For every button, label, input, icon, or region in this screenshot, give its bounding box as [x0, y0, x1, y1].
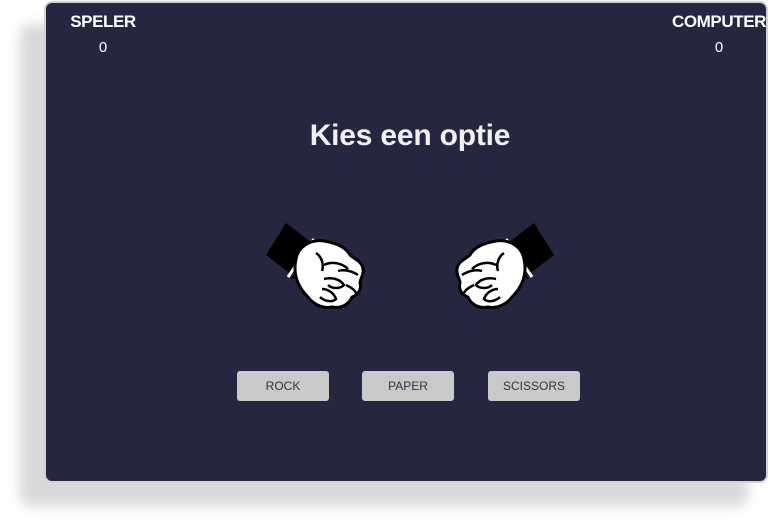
computer-score-box: COMPUTER 0 — [664, 11, 772, 57]
choice-buttons: ROCK PAPER SCISSORS — [237, 371, 637, 403]
game-panel: SPELER 0 COMPUTER 0 Kies een optie ROCK … — [44, 1, 768, 483]
player-label: SPELER — [70, 12, 136, 31]
paper-button[interactable]: PAPER — [362, 371, 454, 401]
computer-score: 0 — [714, 39, 724, 56]
rock-button[interactable]: ROCK — [237, 371, 329, 401]
player-score-box: SPELER 0 — [48, 11, 158, 57]
computer-fist-icon — [455, 223, 554, 309]
player-score: 0 — [98, 39, 108, 56]
scissors-button[interactable]: SCISSORS — [488, 371, 580, 401]
player-fist-icon — [266, 223, 365, 309]
computer-label: COMPUTER — [671, 12, 767, 31]
prompt-heading: Kies een optie — [309, 119, 511, 152]
